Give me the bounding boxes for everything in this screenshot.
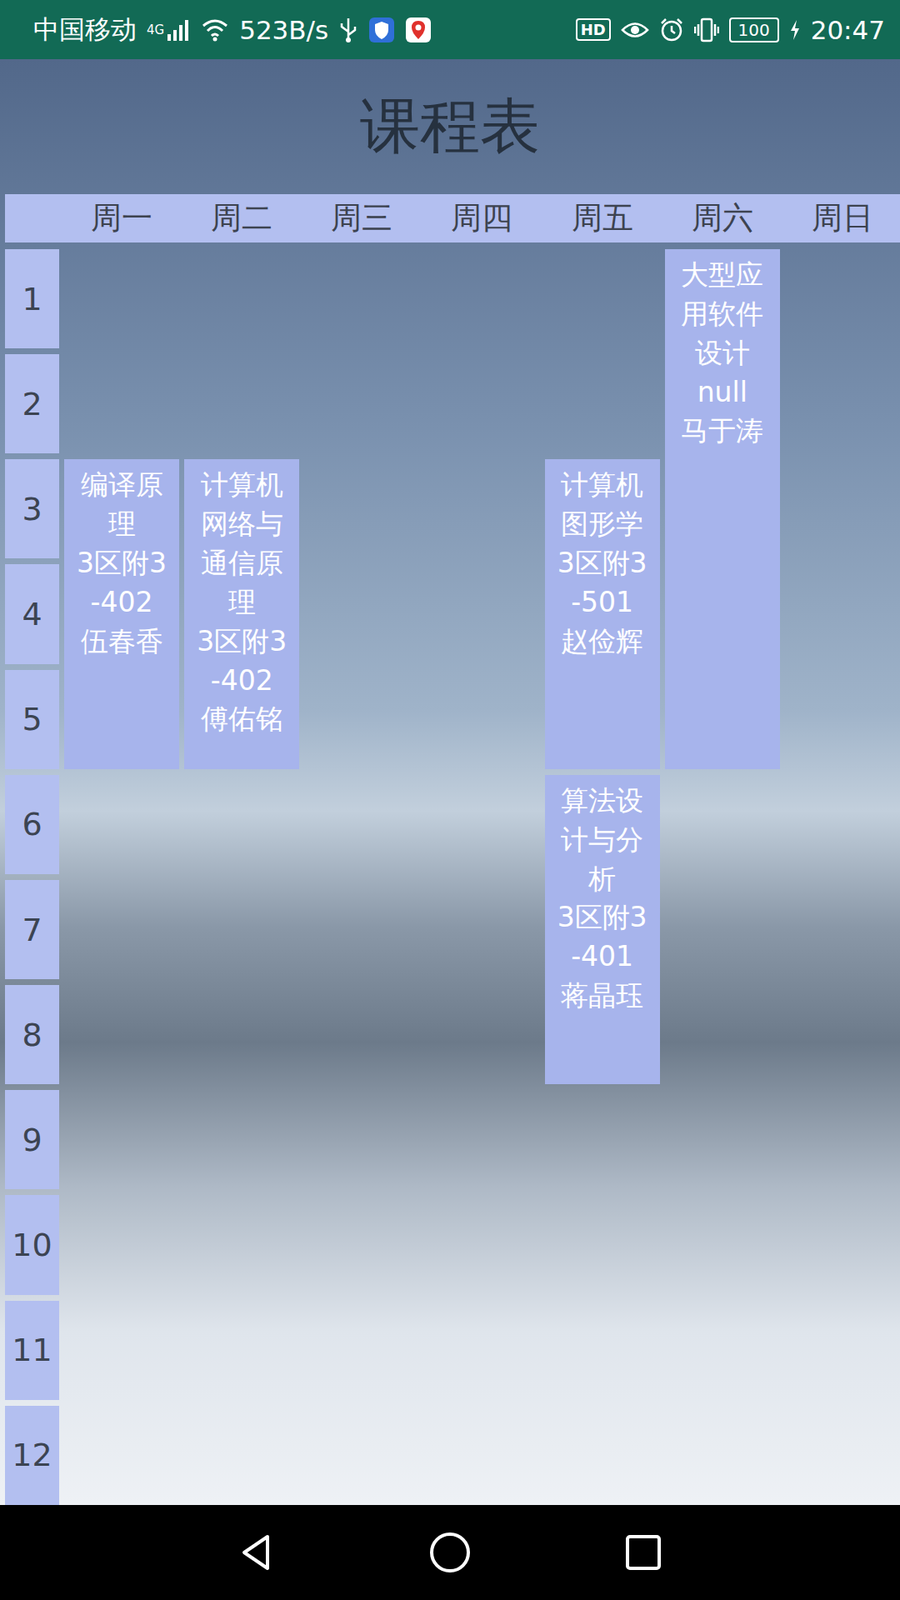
day-label: 周二 [184, 197, 300, 240]
course-room: 3区附3-501 [554, 544, 651, 623]
period-number: 10 [5, 1195, 60, 1295]
day-label: 周六 [665, 197, 780, 240]
course-block[interactable]: 大型应用软件设计null马于涛 [665, 249, 780, 770]
course-room: null [674, 373, 771, 413]
day-label: 周五 [545, 197, 660, 240]
period-number: 2 [5, 354, 60, 454]
navigation-bar [0, 1505, 900, 1600]
usb-icon [338, 16, 359, 44]
course-block[interactable]: 计算机网络与通信原理3区附3-402傅佑铭 [184, 459, 300, 770]
vibrate-icon [694, 16, 720, 44]
map-app-icon [405, 16, 432, 44]
back-icon[interactable] [235, 1531, 278, 1574]
course-room: 3区附3-402 [193, 622, 290, 701]
period-number: 6 [5, 775, 60, 875]
course-name: 计算机图形学 [554, 465, 651, 545]
carrier: 中国移动 [33, 12, 137, 48]
course-teacher: 马于涛 [674, 411, 771, 451]
day-label: 周一 [64, 197, 180, 240]
shield-icon [368, 16, 395, 44]
background-photo: 课程表周一周二周三周四周五周六周日123456789101112编译原理3区附3… [0, 59, 900, 1505]
course-room: 3区附3-401 [554, 898, 651, 977]
day-label: 周四 [424, 197, 540, 240]
period-number: 12 [5, 1405, 60, 1505]
day-label: 周日 [785, 197, 900, 240]
course-block[interactable]: 计算机图形学3区附3-501赵俭辉 [545, 459, 660, 770]
schedule-screen: 中国移动 4G 523B/s HD 100 20:47 课程表周一周二周三周四周五周六周日 1… [0, 0, 900, 1600]
course-name: 编译原理 [73, 465, 170, 545]
period-number: 8 [5, 985, 60, 1085]
course-teacher: 傅佑铭 [193, 700, 290, 740]
period-number: 9 [5, 1090, 60, 1190]
course-teacher: 蒋晶珏 [554, 976, 651, 1016]
course-block[interactable]: 算法设计与分析3区附3-401蒋晶珏 [545, 775, 660, 1085]
signal-icon [165, 17, 191, 43]
period-number: 7 [5, 880, 60, 980]
day-header-row: 周一周二周三周四周五周六周日 [5, 194, 900, 243]
period-number: 11 [5, 1300, 60, 1400]
period-number: 3 [5, 459, 60, 559]
period-number: 5 [5, 670, 60, 770]
period-number: 1 [5, 249, 60, 349]
alarm-icon [659, 17, 685, 43]
course-room: 3区附3-402 [73, 544, 170, 623]
clock: 20:47 [810, 15, 885, 45]
home-icon[interactable] [427, 1530, 473, 1575]
course-teacher: 赵俭辉 [554, 622, 651, 662]
course-block[interactable]: 编译原理3区附3-402伍春香 [64, 459, 180, 770]
network-type: 4G [146, 22, 165, 38]
recents-icon[interactable] [622, 1531, 665, 1574]
page-title: 课程表 [360, 86, 540, 167]
network-speed: 523B/s [239, 15, 329, 45]
status-bar: 中国移动 4G 523B/s HD 100 20:47 [0, 0, 900, 60]
battery-indicator: 100 [729, 17, 780, 43]
course-name: 大型应用软件设计 [674, 255, 771, 374]
period-number: 4 [5, 564, 60, 664]
eye-icon [620, 19, 650, 41]
timetable-grid: 123456789101112编译原理3区附3-402伍春香计算机网络与通信原理… [5, 249, 900, 1505]
day-label: 周三 [304, 197, 420, 240]
charging-bolt-icon [789, 19, 801, 41]
course-name: 计算机网络与通信原理 [193, 465, 290, 622]
wifi-icon [200, 17, 230, 43]
hd-badge: HD [575, 18, 611, 41]
course-name: 算法设计与分析 [554, 781, 651, 900]
course-teacher: 伍春香 [73, 622, 170, 662]
